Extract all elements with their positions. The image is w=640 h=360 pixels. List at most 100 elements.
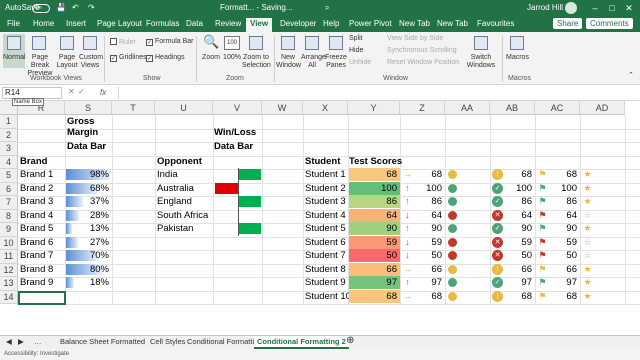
accessibility-status[interactable]: Accessibility: Investigate: [4, 351, 69, 357]
normal-view-button[interactable]: Normal: [3, 54, 26, 62]
brand-name: Brand 2: [20, 182, 54, 194]
row-header[interactable]: 10: [0, 236, 18, 250]
switch-windows-button[interactable]: Switch Windows: [466, 54, 496, 70]
gridlines-checkbox[interactable]: ✓ Gridlines: [110, 54, 147, 62]
collapse-ribbon-icon[interactable]: ⌃: [628, 72, 634, 80]
minimize-icon[interactable]: –: [588, 2, 602, 14]
more-sheets-icon[interactable]: …: [34, 337, 42, 346]
row-header[interactable]: 13: [0, 277, 18, 291]
column-header[interactable]: AA: [445, 101, 490, 115]
row-header[interactable]: 8: [0, 209, 18, 223]
tab-view[interactable]: View: [246, 18, 273, 32]
add-sheet-icon[interactable]: ⊕: [346, 335, 354, 346]
avatar[interactable]: [565, 2, 577, 14]
name-box-tooltip: Name Box: [12, 98, 45, 106]
star-icon: ★: [583, 277, 592, 287]
tab-data[interactable]: Data: [186, 19, 203, 28]
headings-checkbox[interactable]: ✓ Headings: [146, 54, 185, 62]
page-layout-button[interactable]: Page Layout: [56, 54, 78, 70]
formula-bar-checkbox[interactable]: ✓ Formula Bar: [146, 38, 194, 46]
row-header[interactable]: 4: [0, 155, 18, 169]
hide-button[interactable]: Hide: [349, 47, 363, 55]
reset-window-position-button[interactable]: Reset Window Position: [387, 59, 459, 67]
row-header[interactable]: 2: [0, 128, 18, 142]
tab-new-tab-1[interactable]: New Tab: [399, 19, 430, 28]
column-header[interactable]: Y: [348, 101, 400, 115]
comments-button[interactable]: Comments: [586, 18, 633, 29]
save-icon[interactable]: 💾: [56, 3, 66, 12]
zoom-100-button[interactable]: 100%: [222, 54, 242, 62]
row-header[interactable]: 3: [0, 142, 18, 156]
test-score: 86: [566, 196, 577, 207]
unhide-button[interactable]: Unhide: [349, 59, 371, 67]
column-header[interactable]: Z: [400, 101, 445, 115]
prev-sheet-icon[interactable]: ◀: [6, 337, 12, 346]
row-header[interactable]: 14: [0, 290, 18, 304]
tab-formulas[interactable]: Formulas: [146, 19, 179, 28]
freeze-panes-button[interactable]: Freeze Panes: [324, 54, 348, 70]
tab-new-tab-2[interactable]: New Tab: [437, 19, 468, 28]
group-show: Show: [143, 75, 161, 82]
macros-button[interactable]: Macros: [506, 54, 529, 62]
maximize-icon[interactable]: □: [605, 2, 619, 14]
autosave-toggle[interactable]: On: [32, 4, 50, 13]
star-icon: ★: [583, 196, 592, 206]
tab-insert[interactable]: Insert: [66, 19, 86, 28]
selected-cell[interactable]: [18, 290, 66, 305]
column-header[interactable]: W: [262, 101, 303, 115]
test-score: 66: [521, 263, 532, 275]
split-button[interactable]: Split: [349, 35, 363, 43]
tab-developer[interactable]: Developer: [280, 19, 316, 28]
sheet-tab-balance-sheet[interactable]: Balance Sheet Formatted: [60, 337, 145, 346]
formula-input[interactable]: [118, 87, 630, 99]
tab-favourites[interactable]: Favourites: [477, 19, 514, 28]
view-side-by-side-button[interactable]: View Side by Side: [387, 35, 443, 43]
new-window-button[interactable]: New Window: [276, 54, 301, 70]
enter-icon[interactable]: ✓: [78, 87, 85, 96]
close-icon[interactable]: ✕: [622, 2, 636, 14]
tab-home[interactable]: Home: [33, 19, 54, 28]
undo-icon[interactable]: ↶: [72, 3, 79, 12]
share-button[interactable]: Share: [553, 18, 583, 29]
sheet-tab-cell-styles[interactable]: Cell Styles: [150, 337, 185, 346]
row-header[interactable]: 6: [0, 182, 18, 196]
page-layout-icon: [60, 36, 74, 50]
tab-power-pivot[interactable]: Power Pivot: [349, 19, 392, 28]
next-sheet-icon[interactable]: ▶: [18, 337, 24, 346]
redo-icon[interactable]: ↷: [88, 3, 95, 12]
synchronous-scrolling-button[interactable]: Synchronous Scrolling: [387, 47, 457, 55]
tab-file[interactable]: File: [7, 19, 20, 28]
tab-page-layout[interactable]: Page Layout: [97, 19, 142, 28]
column-header[interactable]: U: [155, 101, 213, 115]
custom-views-button[interactable]: Custom Views: [79, 54, 103, 70]
row-header[interactable]: 9: [0, 223, 18, 237]
zoom-button[interactable]: Zoom: [200, 54, 222, 62]
tab-review[interactable]: Review: [215, 19, 241, 28]
insert-function-icon[interactable]: fx: [100, 88, 106, 97]
switch-windows-icon: [474, 36, 488, 50]
arrange-all-button[interactable]: Arrange All: [301, 54, 326, 70]
cancel-icon[interactable]: ✕: [68, 87, 75, 96]
column-header[interactable]: X: [303, 101, 348, 115]
row-header[interactable]: 5: [0, 169, 18, 183]
column-header[interactable]: AD: [580, 101, 625, 115]
traffic-light-icon: [448, 197, 457, 206]
search-icon[interactable]: ⌕: [325, 3, 329, 13]
column-header[interactable]: AC: [535, 101, 580, 115]
worksheet-grid[interactable]: R S T U V W X Y Z AA AB AC AD 1 2 3 4 5 6 7 8 9 10 11 12 13 14 Gr…: [0, 101, 640, 335]
row-header[interactable]: 1: [0, 115, 18, 129]
sheet-tab-cf2[interactable]: Conditional Formatting 2: [254, 336, 349, 349]
column-header[interactable]: V: [213, 101, 262, 115]
row-header[interactable]: 7: [0, 196, 18, 210]
group-macros: Macros: [508, 75, 531, 82]
zoom-to-selection-button[interactable]: Zoom to Selection: [242, 54, 271, 70]
ruler-checkbox[interactable]: Ruler: [110, 38, 136, 47]
row-header[interactable]: 11: [0, 250, 18, 264]
column-header[interactable]: AB: [490, 101, 535, 115]
student-name: Student 2: [305, 182, 346, 194]
tab-help[interactable]: Help: [323, 19, 339, 28]
student-name: Student 5: [305, 223, 346, 234]
column-header[interactable]: S: [65, 101, 112, 115]
column-header[interactable]: T: [112, 101, 155, 115]
row-header[interactable]: 12: [0, 263, 18, 277]
